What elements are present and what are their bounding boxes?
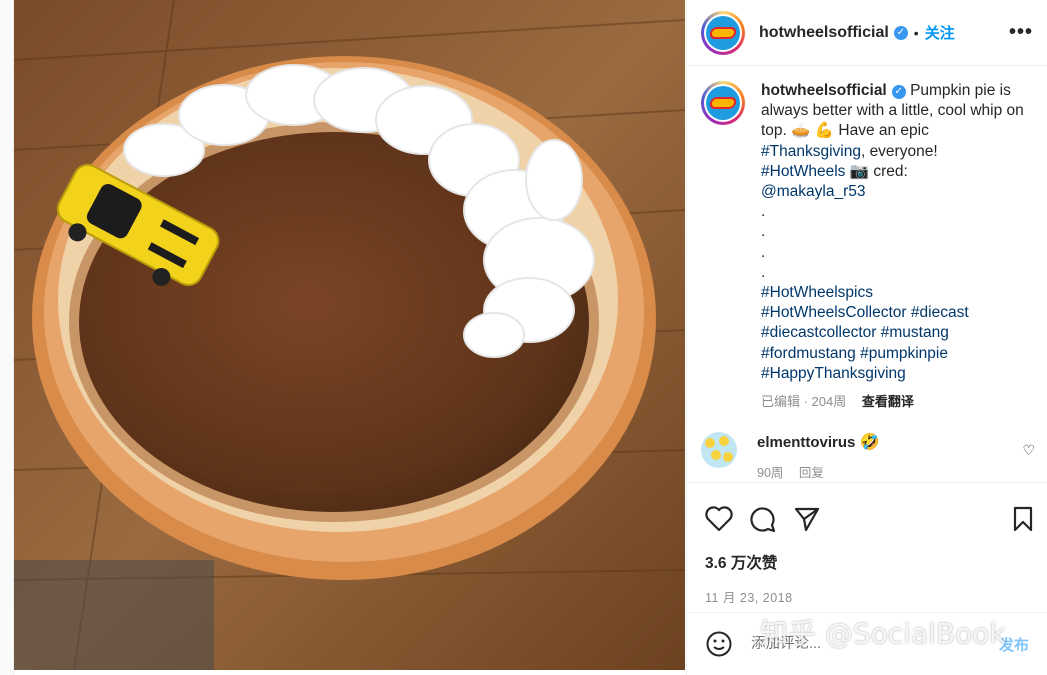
caption-text: hotwheelsofficial ✓ Pumpkin pie is always… bbox=[761, 81, 1031, 412]
caption-dot: . bbox=[761, 243, 766, 261]
profile-avatar[interactable] bbox=[701, 10, 745, 55]
post-side-panel: hotwheelsofficial ✓ • 关注 ••• hotwheelsof… bbox=[686, 0, 1047, 675]
hotwheels-logo-icon bbox=[706, 15, 740, 50]
comments-scroll-area[interactable]: hotwheelsofficial ✓ Pumpkin pie is always… bbox=[687, 67, 1047, 481]
post-header: hotwheelsofficial ✓ • 关注 ••• bbox=[687, 0, 1047, 66]
emoji-smiley-icon[interactable] bbox=[705, 630, 733, 658]
like-heart-icon[interactable] bbox=[705, 506, 733, 532]
caption-avatar[interactable] bbox=[701, 81, 745, 125]
pie-image bbox=[14, 0, 685, 670]
hashtag-link[interactable]: #HappyThanksgiving bbox=[761, 365, 906, 382]
camera-icon: 📷 bbox=[849, 162, 870, 180]
action-icons bbox=[687, 483, 1047, 535]
instagram-post: hotwheelsofficial ✓ • 关注 ••• hotwheelsof… bbox=[0, 0, 1047, 675]
caption-username[interactable]: hotwheelsofficial bbox=[761, 82, 887, 99]
commenter-username[interactable]: elmenttovirus bbox=[757, 434, 855, 451]
header-username[interactable]: hotwheelsofficial bbox=[759, 24, 889, 42]
reply-button[interactable]: 回复 bbox=[799, 466, 824, 480]
caption-emoji-1: 🥧 💪 bbox=[791, 122, 835, 140]
share-send-icon[interactable] bbox=[793, 506, 821, 532]
hashtag-link[interactable]: #diecastcollector bbox=[761, 324, 876, 341]
follow-button[interactable]: 关注 bbox=[925, 22, 955, 43]
caption-text-4: cred: bbox=[873, 162, 908, 180]
likes-count[interactable]: 3.6 万次赞 bbox=[687, 535, 1047, 573]
watermark-text: 知乎 @SocialBook bbox=[760, 617, 1006, 650]
verified-badge-icon: ✓ bbox=[891, 85, 906, 99]
hashtag-link[interactable]: #fordmustang bbox=[761, 345, 856, 362]
comment-body: elmenttovirus 🤣 90周 回复 bbox=[757, 432, 880, 481]
left-gutter bbox=[0, 0, 14, 675]
edited-time: 已编辑 · 204周 bbox=[761, 394, 847, 410]
hashtag-link[interactable]: #HotWheelspics bbox=[761, 284, 873, 301]
hashtag-link[interactable]: #pumpkinpie bbox=[860, 345, 948, 362]
caption: hotwheelsofficial ✓ Pumpkin pie is always… bbox=[701, 81, 1031, 412]
post-photo[interactable] bbox=[14, 0, 685, 670]
verified-badge-icon: ✓ bbox=[893, 25, 908, 40]
separator-dot: • bbox=[913, 24, 919, 41]
comment-meta: 90周 回复 bbox=[757, 462, 880, 481]
caption-text-3: , everyone! bbox=[860, 142, 938, 160]
post-actions: 3.6 万次赞 11 月 23, 2018 bbox=[687, 482, 1047, 612]
caption-meta: 已编辑 · 204周 查看翻译 bbox=[761, 392, 1031, 412]
hashtag-link[interactable]: #Thanksgiving bbox=[761, 143, 861, 160]
hashtag-link[interactable]: #HotWheels bbox=[761, 163, 845, 180]
see-translation-button[interactable]: 查看翻译 bbox=[862, 394, 914, 409]
laughing-emoji-icon: 🤣 bbox=[859, 434, 880, 452]
save-bookmark-icon[interactable] bbox=[1011, 506, 1035, 532]
more-options-icon[interactable]: ••• bbox=[1009, 21, 1033, 44]
comment-age: 90周 bbox=[757, 466, 784, 481]
hashtag-link[interactable]: #mustang bbox=[881, 324, 949, 341]
caption-dot: . bbox=[761, 263, 766, 281]
caption-dot: . bbox=[761, 223, 766, 241]
caption-text-2: Have an epic bbox=[838, 122, 929, 140]
post-date: 11 月 23, 2018 bbox=[705, 591, 793, 605]
commenter-avatar[interactable] bbox=[701, 432, 737, 469]
hashtag-link[interactable]: #HotWheelsCollector bbox=[761, 304, 907, 321]
mention-link[interactable]: @makayla_r53 bbox=[761, 183, 865, 200]
caption-dot: . bbox=[761, 203, 766, 221]
comment-like-heart-icon[interactable]: ♡ bbox=[1022, 442, 1035, 459]
comment-bubble-icon[interactable] bbox=[749, 506, 777, 532]
hashtag-link[interactable]: #diecast bbox=[911, 304, 969, 321]
hotwheels-logo-icon bbox=[706, 86, 740, 120]
comment-item: elmenttovirus 🤣 90周 回复 ♡ bbox=[701, 432, 1035, 481]
